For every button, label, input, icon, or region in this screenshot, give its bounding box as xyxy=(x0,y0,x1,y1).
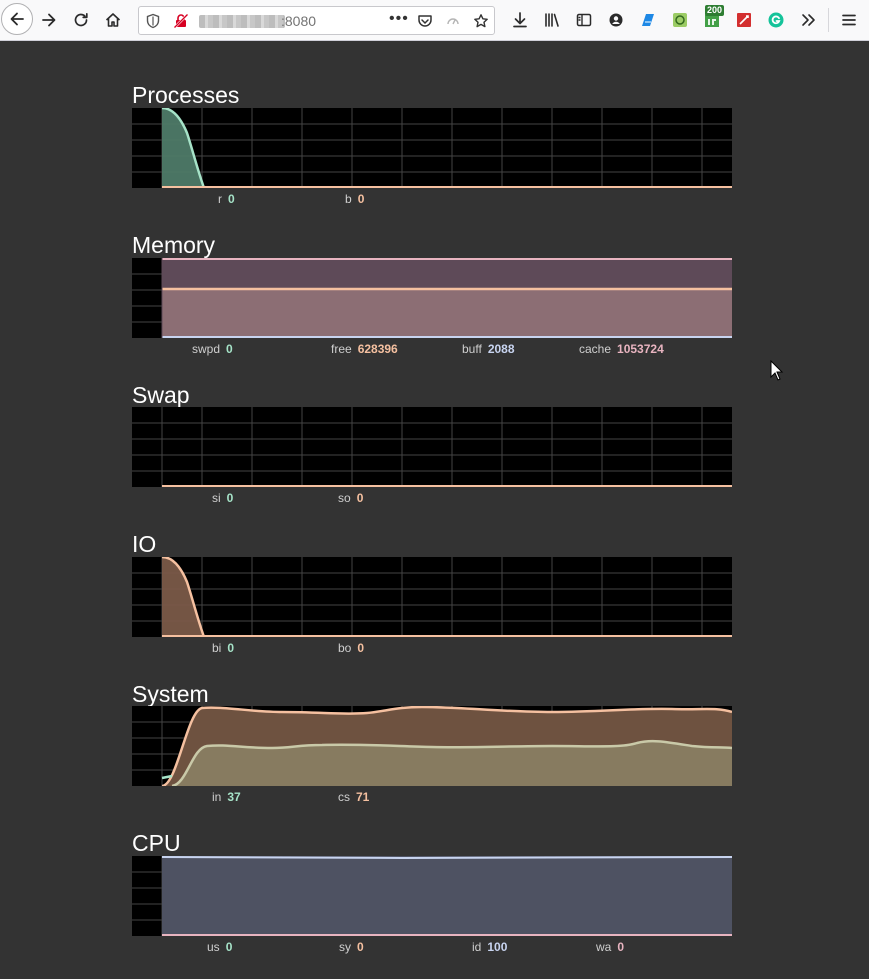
grammarly-icon[interactable] xyxy=(761,5,791,35)
page-actions-icon[interactable]: ••• xyxy=(389,10,408,27)
extension-badge: 200 xyxy=(705,5,725,16)
chart-cpu xyxy=(132,856,732,936)
ext-blue-icon[interactable] xyxy=(633,5,663,35)
home-icon[interactable] xyxy=(98,5,128,35)
section-title-processes: Processes xyxy=(132,82,240,108)
legend-swap-si: si 0 xyxy=(212,491,234,505)
legend-io-bo: bo 0 xyxy=(338,641,365,655)
legend-cpu-sy: sy 0 xyxy=(339,940,364,954)
download-icon[interactable] xyxy=(505,5,535,35)
overflow-chevron-icon[interactable] xyxy=(793,5,823,35)
browser-toolbar: :8080 ••• 200 xyxy=(0,0,869,41)
legend-io-bi: bi 0 xyxy=(212,641,235,655)
chart-system xyxy=(132,706,732,786)
section-title-cpu: CPU xyxy=(132,830,181,856)
section-title-memory: Memory xyxy=(132,232,216,258)
bookmark-star-icon[interactable] xyxy=(473,13,489,29)
chart-swap xyxy=(132,407,732,487)
url-bar[interactable]: :8080 ••• xyxy=(138,6,495,35)
chart-io xyxy=(132,557,732,637)
ext-green-icon[interactable] xyxy=(665,5,695,35)
legend-system-cs: cs 71 xyxy=(338,790,370,804)
legend-memory-buff: buff 2088 xyxy=(462,342,515,356)
legend-processes-b: b0 xyxy=(345,192,365,206)
legend-processes-r: r0 xyxy=(218,192,235,206)
section-title-swap: Swap xyxy=(132,382,190,408)
legend-cpu-id: id 100 xyxy=(472,940,508,954)
forward-icon[interactable] xyxy=(34,5,64,35)
legend-swap-so: so 0 xyxy=(338,491,364,505)
sidebar-icon[interactable] xyxy=(569,5,599,35)
reader-view-icon[interactable] xyxy=(445,13,461,29)
section-title-system: System xyxy=(132,681,209,707)
legend-memory-swpd: swpd 0 xyxy=(192,342,233,356)
legend-memory-free: free 628396 xyxy=(331,342,398,356)
legend-cpu-us: us 0 xyxy=(207,940,233,954)
hamburger-menu-icon[interactable] xyxy=(834,5,864,35)
reload-icon[interactable] xyxy=(66,5,96,35)
mouse-cursor-icon xyxy=(770,360,784,381)
legend-system-in: in 37 xyxy=(212,790,241,804)
account-icon[interactable] xyxy=(601,5,631,35)
insecure-lock-icon[interactable] xyxy=(173,13,189,29)
ext-red-icon[interactable] xyxy=(729,5,759,35)
url-port: :8080 xyxy=(281,13,317,29)
legend-memory-cache: cache 1053724 xyxy=(579,342,664,356)
legend-cpu-wa: wa 0 xyxy=(596,940,625,954)
chart-processes xyxy=(132,108,732,188)
pocket-icon[interactable] xyxy=(417,13,433,29)
toolbar-divider xyxy=(828,8,829,32)
section-title-io: IO xyxy=(132,531,157,557)
shield-icon[interactable] xyxy=(145,13,161,29)
library-icon[interactable] xyxy=(537,5,567,35)
url-host-redacted xyxy=(199,15,285,28)
back-icon[interactable] xyxy=(1,3,33,35)
chart-memory xyxy=(132,258,732,338)
